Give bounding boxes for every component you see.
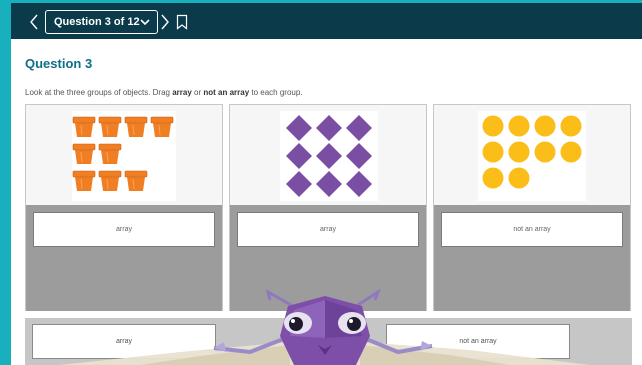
- question-title: Question 3: [25, 56, 93, 71]
- group-card-1: array: [25, 104, 223, 311]
- group-card-2: array: [229, 104, 427, 311]
- answer-chip-array[interactable]: array: [32, 324, 216, 359]
- chevron-left-icon: [30, 14, 38, 30]
- bookmark-icon: [176, 14, 188, 30]
- pot-icon: [98, 143, 122, 165]
- pot-icon: [72, 170, 96, 192]
- diamond-icon: [346, 143, 372, 169]
- group-image-area: [434, 105, 630, 205]
- previous-question-button[interactable]: [26, 12, 42, 32]
- circle-icon: [508, 115, 530, 137]
- circle-icon: [560, 141, 582, 163]
- diamond-icon: [286, 171, 312, 197]
- question-selector-label: Question 3 of 12: [54, 16, 140, 28]
- pot-icon: [98, 170, 122, 192]
- pot-icon: [124, 116, 148, 138]
- circles-image: [478, 111, 586, 201]
- pot-icon: [72, 116, 96, 138]
- placed-answer-2[interactable]: array: [237, 212, 419, 247]
- diamond-icon: [286, 143, 312, 169]
- left-frame-border: [0, 0, 11, 365]
- circle-icon: [508, 141, 530, 163]
- circle-icon: [508, 167, 530, 189]
- circle-icon: [482, 115, 504, 137]
- group-card-3: not an array: [433, 104, 631, 311]
- bookmark-button[interactable]: [176, 14, 188, 30]
- pot-icon: [124, 170, 148, 192]
- drop-zone-1[interactable]: array: [26, 205, 222, 311]
- circle-icon: [534, 141, 556, 163]
- placed-answer-3[interactable]: not an array: [441, 212, 623, 247]
- circle-icon: [482, 167, 504, 189]
- chevron-down-icon: [140, 19, 150, 26]
- pot-icon: [98, 116, 122, 138]
- answer-chip-not-an-array[interactable]: not an array: [386, 324, 570, 359]
- drop-zone-2[interactable]: array: [230, 205, 426, 311]
- drop-zone-3[interactable]: not an array: [434, 205, 630, 311]
- answer-bank: array not an array: [25, 318, 632, 365]
- pot-icon: [150, 116, 174, 138]
- diamonds-image: [280, 111, 378, 201]
- pot-icon: [72, 143, 96, 165]
- circle-icon: [482, 141, 504, 163]
- placed-answer-1[interactable]: array: [33, 212, 215, 247]
- circle-icon: [534, 115, 556, 137]
- question-selector[interactable]: Question 3 of 12: [45, 10, 158, 34]
- diamond-icon: [316, 115, 342, 141]
- group-image-area: [230, 105, 426, 205]
- question-navigation-bar: Question 3 of 12: [11, 3, 642, 39]
- diamond-icon: [316, 171, 342, 197]
- diamond-icon: [346, 171, 372, 197]
- chevron-right-icon: [161, 14, 169, 30]
- diamond-icon: [346, 115, 372, 141]
- circle-icon: [560, 115, 582, 137]
- diamond-icon: [286, 115, 312, 141]
- next-question-button[interactable]: [157, 12, 173, 32]
- group-image-area: [26, 105, 222, 205]
- diamond-icon: [316, 143, 342, 169]
- question-instructions: Look at the three groups of objects. Dra…: [25, 88, 303, 97]
- flower-pots-image: [72, 111, 176, 201]
